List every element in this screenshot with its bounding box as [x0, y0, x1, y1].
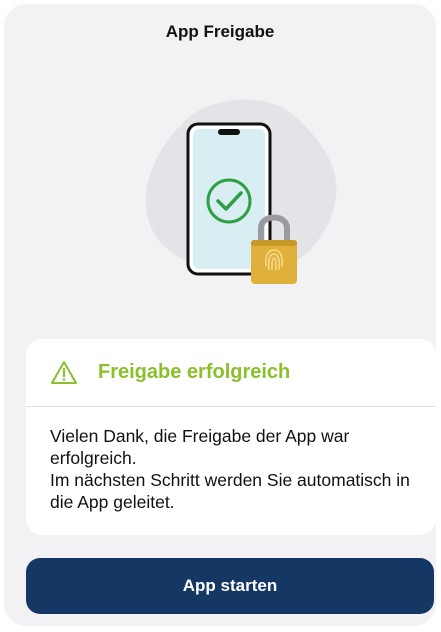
app-screen: App Freigabe Freigabe erfolgreich Vielen…	[4, 4, 436, 626]
success-illustration	[122, 94, 352, 294]
status-card: Freigabe erfolgreich Vielen Dank, die Fr…	[26, 339, 436, 535]
start-app-button[interactable]: App starten	[26, 558, 434, 614]
status-card-header: Freigabe erfolgreich	[26, 339, 436, 407]
status-title: Freigabe erfolgreich	[98, 361, 291, 383]
status-message-line-2: Im nächsten Schritt werden Sie automatis…	[50, 470, 410, 512]
status-message-line-1: Vielen Dank, die Freigabe der App war er…	[50, 426, 350, 468]
illustration-graphic	[145, 99, 337, 284]
page-title: App Freigabe	[165, 22, 275, 41]
warning-triangle-icon	[50, 360, 78, 386]
status-message: Vielen Dank, die Freigabe der App war er…	[26, 407, 436, 513]
